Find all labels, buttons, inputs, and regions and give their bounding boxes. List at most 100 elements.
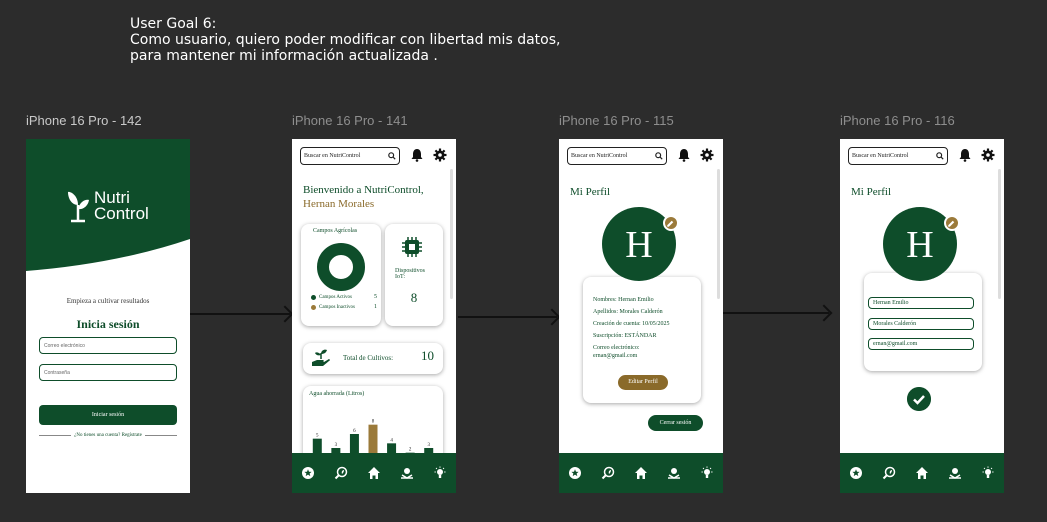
- email-field[interactable]: Correo electrónico: [39, 337, 177, 354]
- active-label: Campos Activos: [319, 294, 352, 300]
- confirm-check-icon[interactable]: [907, 387, 931, 411]
- nutricontrol-logo: Nutri Control: [66, 189, 149, 223]
- gear-icon[interactable]: [981, 148, 995, 162]
- search-input[interactable]: Buscar en NutriControl: [848, 147, 948, 165]
- pest-icon[interactable]: [400, 466, 414, 480]
- search-leaf-icon[interactable]: [334, 466, 348, 480]
- search-placeholder: Buscar en NutriControl: [571, 153, 628, 159]
- bell-icon[interactable]: [410, 148, 424, 162]
- welcome-text: Bienvenido a NutriControl, Hernan Morale…: [303, 183, 424, 211]
- login-title: Inicia sesión: [76, 317, 140, 331]
- password-field[interactable]: Contraseña: [39, 364, 177, 381]
- bottom-nav: [559, 453, 723, 493]
- profile-correo-label: Correo electrónico:: [593, 345, 640, 351]
- frame-label-116[interactable]: iPhone 16 Pro - 116: [840, 113, 955, 128]
- frame-label-115[interactable]: iPhone 16 Pro - 115: [559, 113, 674, 128]
- flow-arrow-2: [458, 316, 557, 318]
- star-icon[interactable]: [568, 466, 582, 480]
- user-goal-line1: Como usuario, quiero poder modificar con…: [130, 32, 561, 48]
- user-goal-line2: para mantener mi información actualizada…: [130, 48, 438, 64]
- iot-label: Dispositivos IoT:: [395, 268, 426, 280]
- search-leaf-icon[interactable]: [882, 466, 896, 480]
- home-icon[interactable]: [915, 466, 929, 480]
- hand-plant-icon: [312, 349, 330, 366]
- profile-title: Mi Perfil: [570, 186, 611, 198]
- pest-icon[interactable]: [667, 466, 681, 480]
- nombres-input[interactable]: Hernan Emilio: [868, 297, 974, 309]
- bulb-icon[interactable]: [981, 466, 995, 480]
- login-screen: Nutri Control Empieza a cultivar resulta…: [26, 139, 190, 493]
- inactive-value: 1: [374, 304, 377, 310]
- frame-label-141[interactable]: iPhone 16 Pro - 141: [292, 113, 408, 128]
- chart-data-label: 2: [409, 448, 412, 453]
- apellidos-input[interactable]: Morales Calderón: [868, 318, 974, 330]
- home-icon[interactable]: [634, 466, 648, 480]
- login-tagline: Empieza a cultivar resultados: [66, 297, 150, 305]
- login-button[interactable]: Iniciar sesión: [39, 405, 177, 425]
- fields-legend: Campos Activos 5 Campos Inactivos 1: [311, 294, 377, 310]
- search-placeholder: Buscar en NutriControl: [304, 153, 361, 159]
- bottom-nav: [292, 453, 456, 493]
- chart-data-label: 5: [316, 434, 319, 439]
- sprout-icon: [68, 191, 89, 223]
- home-icon[interactable]: [367, 466, 381, 480]
- logout-button[interactable]: Cerrar sesión: [648, 415, 703, 431]
- fields-card[interactable]: Campos Agrícolas Campos Activos 5 Campos …: [301, 224, 381, 326]
- chart-data-label: 6: [353, 429, 356, 434]
- edit-profile-screen: Buscar en NutriControl Mi Perfil H Herna…: [840, 139, 1004, 493]
- frame-label-142[interactable]: iPhone 16 Pro - 142: [26, 113, 142, 128]
- profile-apellidos: Apellidos: Morales Calderón: [593, 309, 663, 315]
- user-goal: User Goal 6: Como usuario, quiero poder …: [130, 16, 560, 64]
- bulb-icon[interactable]: [433, 466, 447, 480]
- chart-data-label: 3: [335, 443, 338, 448]
- pencil-icon[interactable]: [663, 215, 679, 231]
- chart-data-label: 4: [390, 438, 393, 443]
- bell-icon[interactable]: [958, 148, 972, 162]
- profile-creacion: Creación de cuenta: 10/05/2025: [593, 321, 670, 327]
- bell-icon[interactable]: [677, 148, 691, 162]
- gear-icon[interactable]: [433, 148, 447, 162]
- edit-profile-button[interactable]: Editar Perfil: [618, 375, 668, 390]
- search-placeholder: Buscar en NutriControl: [852, 153, 909, 159]
- water-title: Agua ahorrada (Litros): [309, 391, 365, 397]
- chip-icon: [402, 237, 422, 257]
- chart-data-label: 8: [372, 420, 375, 425]
- scrollbar[interactable]: [717, 169, 720, 299]
- fields-title: Campos Agrícolas: [313, 228, 358, 234]
- search-input[interactable]: Buscar en NutriControl: [300, 147, 400, 165]
- scrollbar[interactable]: [998, 169, 1001, 299]
- welcome-line: Bienvenido a NutriControl,: [303, 184, 424, 196]
- bulb-icon[interactable]: [700, 466, 714, 480]
- welcome-user-name: Hernan Morales: [303, 198, 375, 210]
- gear-icon[interactable]: [700, 148, 714, 162]
- crops-card[interactable]: Total de Cultivos: 10: [303, 343, 443, 374]
- search-leaf-icon[interactable]: [601, 466, 615, 480]
- star-icon[interactable]: [849, 466, 863, 480]
- search-icon: [388, 152, 396, 160]
- profile-suscripcion: Suscripción: ESTÁNDAR: [593, 333, 657, 339]
- pest-icon[interactable]: [948, 466, 962, 480]
- iot-card[interactable]: Dispositivos IoT: 8: [385, 224, 443, 326]
- signup-link[interactable]: ¿No tienes una cuenta? Regístrate: [74, 433, 142, 438]
- fields-donut-chart: [317, 243, 365, 291]
- flow-arrow-3: [723, 312, 829, 314]
- flow-arrow-1: [190, 313, 290, 315]
- pencil-icon[interactable]: [944, 215, 960, 231]
- search-icon: [936, 152, 944, 160]
- scrollbar[interactable]: [450, 169, 453, 299]
- brand-line2: Control: [94, 204, 149, 223]
- correo-input[interactable]: ernan@gmail.com: [868, 338, 974, 350]
- signup-row: ¿No tienes una cuenta? Regístrate: [39, 433, 177, 438]
- search-input[interactable]: Buscar en NutriControl: [567, 147, 667, 165]
- profile-info: Nombres: Hernan Emilio Apellidos: Morale…: [593, 294, 697, 360]
- profile-info-card: Nombres: Hernan Emilio Apellidos: Morale…: [583, 277, 701, 403]
- active-value: 5: [374, 294, 377, 300]
- iot-value: 8: [410, 290, 418, 305]
- dashboard-screen: Buscar en NutriControl Bienvenido a Nutr…: [292, 139, 456, 493]
- canvas: User Goal 6: Como usuario, quiero poder …: [0, 0, 1047, 522]
- star-icon[interactable]: [301, 466, 315, 480]
- profile-nombres: Nombres: Hernan Emilio: [593, 297, 654, 303]
- bottom-nav: [840, 453, 1004, 493]
- profile-title: Mi Perfil: [851, 186, 892, 198]
- chart-data-label: 3: [427, 443, 430, 448]
